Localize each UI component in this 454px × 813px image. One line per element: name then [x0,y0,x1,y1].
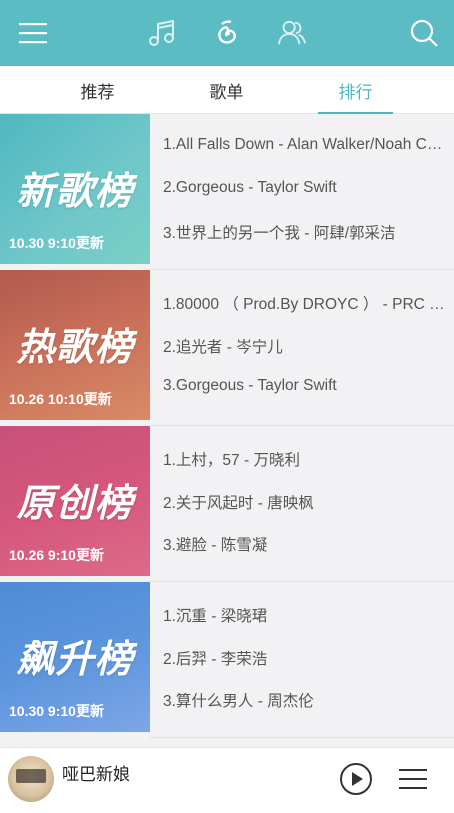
track-item[interactable]: 2.追光者 - 岑宁儿 [163,335,447,357]
chart-cover[interactable]: 新歌榜 10.30 9:10更新 [0,114,150,264]
update-date: 10.30 9:10更新 [9,235,104,251]
tab-ranking[interactable]: 排行 [280,66,431,114]
chart-cover[interactable]: 热歌榜 10.26 10:10更新 [0,270,150,420]
update-date: 10.26 9:10更新 [9,547,104,563]
music-note-icon[interactable] [146,18,176,48]
play-icon[interactable] [339,762,373,796]
track-item[interactable]: 1.上村，57 - 万晓利 [163,448,447,470]
track-item[interactable]: 1.All Falls Down - Alan Walker/Noah Cyru… [163,136,447,154]
album-cover[interactable] [8,756,54,802]
track-item[interactable]: 1.80000 （ Prod.By DROYC ） - PRC 巴音汗 [163,292,447,314]
chart-card-original[interactable]: 原创榜 10.26 9:10更新 1.上村，57 - 万晓利 2.关于风起时 -… [0,426,454,582]
track-item[interactable]: 3.世界上的另一个我 - 阿肆/郭采洁 [163,221,447,243]
track-item[interactable]: 3.避脸 - 陈雪凝 [163,533,447,555]
chart-cover[interactable]: 原创榜 10.26 9:10更新 [0,426,150,576]
track-item[interactable]: 3.算什么男人 - 周杰伦 [163,689,447,711]
mini-player[interactable]: 哑巴新娘 [0,747,454,813]
tab-bar: 推荐 歌单 排行 [0,66,454,114]
search-icon[interactable] [409,18,439,48]
menu-icon[interactable] [18,18,48,48]
top-bar [0,0,454,66]
friends-icon[interactable] [277,18,307,48]
chart-card-new[interactable]: 新歌榜 10.30 9:10更新 1.All Falls Down - Alan… [0,114,454,270]
chart-card-rising[interactable]: 飙升榜 10.30 9:10更新 1.沉重 - 梁晓珺 2.后羿 - 李荣浩 3… [0,582,454,738]
track-item[interactable]: 2.后羿 - 李荣浩 [163,647,447,669]
music-app: 推荐 歌单 排行 新歌榜 10.30 9:10更新 1.All Falls Do… [0,0,454,813]
ranking-list: 新歌榜 10.30 9:10更新 1.All Falls Down - Alan… [0,114,454,738]
divider [150,737,454,738]
playlist-icon[interactable] [397,762,431,796]
track-item[interactable]: 2.关于风起时 - 唐映枫 [163,491,447,513]
track-item[interactable]: 1.沉重 - 梁晓珺 [163,604,447,626]
update-date: 10.30 9:10更新 [9,703,104,719]
track-item[interactable]: 3.Gorgeous - Taylor Swift [163,377,447,395]
update-date: 10.26 10:10更新 [9,391,112,407]
cover-title: 原创榜 [16,483,134,525]
now-playing-title[interactable]: 哑巴新娘 [62,760,130,785]
netease-music-icon[interactable] [212,18,242,48]
cover-title: 热歌榜 [16,327,134,369]
chart-cover[interactable]: 飙升榜 10.30 9:10更新 [0,582,150,732]
cover-title: 新歌榜 [16,171,134,213]
album-art-detail [16,769,46,783]
chart-card-hot[interactable]: 热歌榜 10.26 10:10更新 1.80000 （ Prod.By DROY… [0,270,454,426]
cover-title: 飙升榜 [16,639,134,681]
track-item[interactable]: 2.Gorgeous - Taylor Swift [163,179,447,197]
